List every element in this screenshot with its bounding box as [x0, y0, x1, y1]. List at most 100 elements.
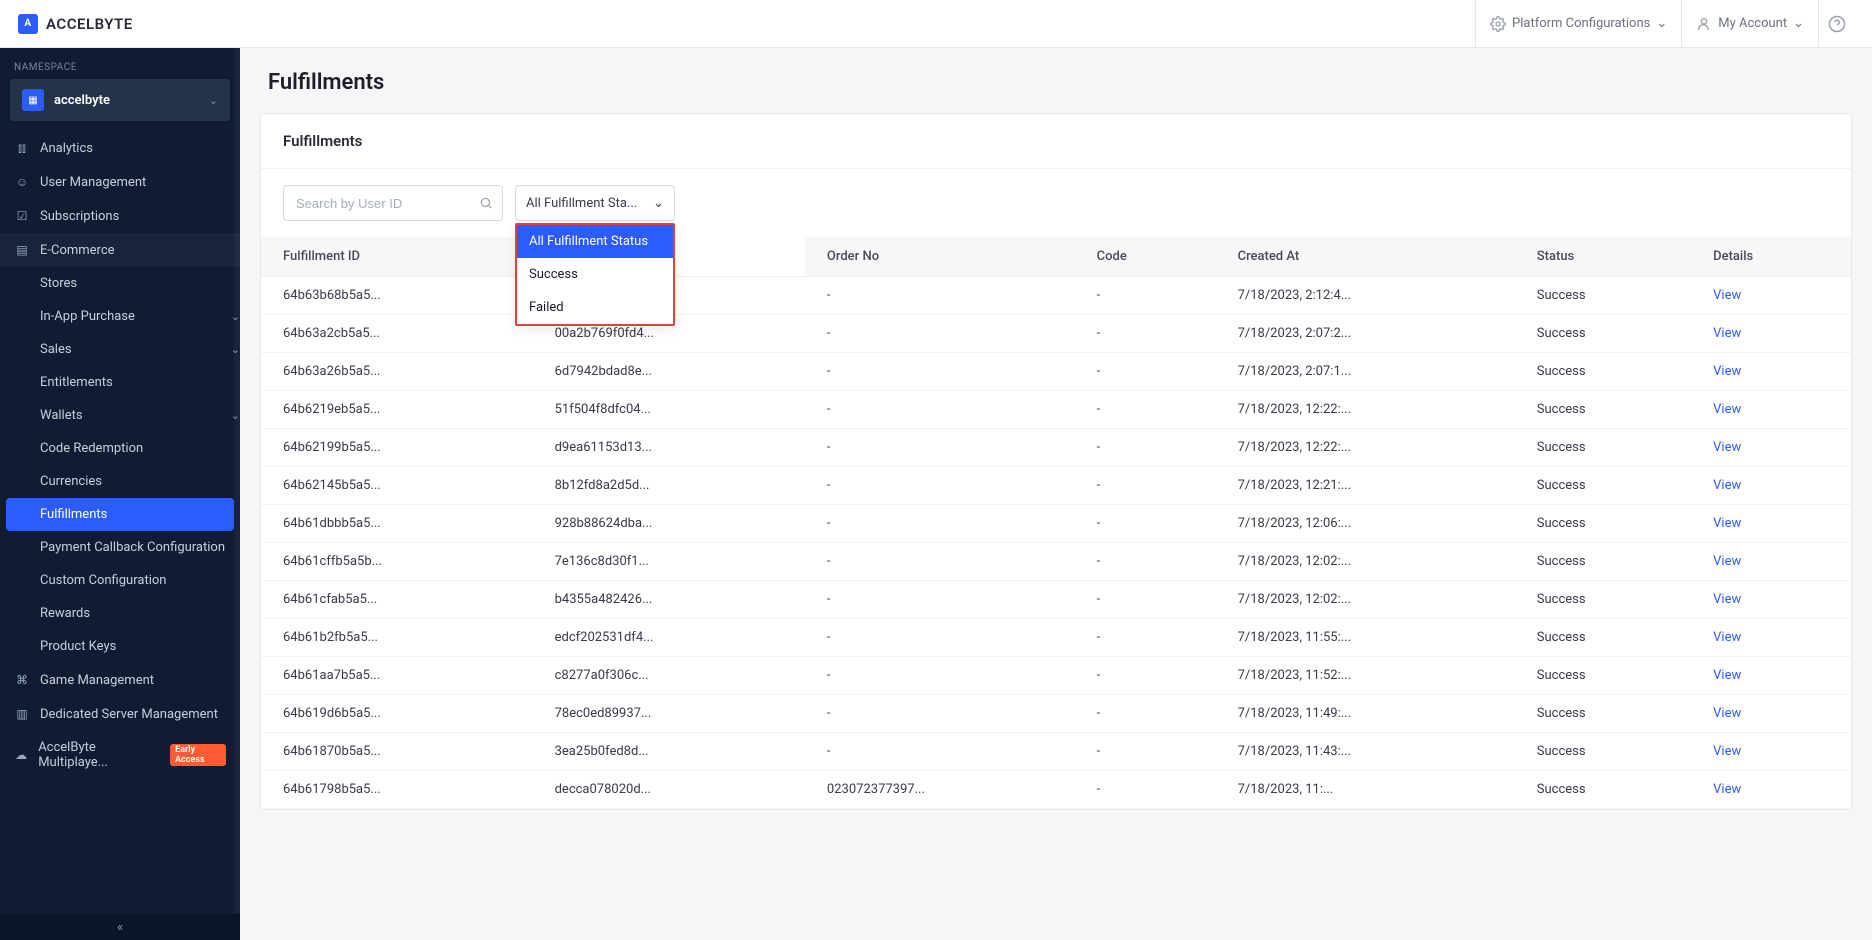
view-link[interactable]: View: [1713, 326, 1741, 341]
cell-status: Success: [1515, 391, 1691, 429]
cell-code: -: [1075, 467, 1216, 505]
topbar: A ACCELBYTE Platform Configurations ⌄ My…: [0, 0, 1872, 48]
cell-created-at: 7/18/2023, 11:49:...: [1216, 695, 1515, 733]
cell-code: -: [1075, 695, 1216, 733]
cell-created-at: 7/18/2023, 12:22:...: [1216, 429, 1515, 467]
cell-user-id: c8277a0f306c...: [533, 657, 805, 695]
cell-user-id: b4355a482426...: [533, 581, 805, 619]
cell-created-at: 7/18/2023, 2:07:2...: [1216, 315, 1515, 353]
cell-status: Success: [1515, 771, 1691, 809]
cell-fulfillment-id: 64b6219eb5a5...: [261, 391, 533, 429]
sidebar-item-label: User Management: [40, 175, 146, 190]
cell-order-no: -: [805, 543, 1075, 581]
scrollbar[interactable]: [234, 48, 240, 940]
view-link[interactable]: View: [1713, 478, 1741, 493]
view-link[interactable]: View: [1713, 516, 1741, 531]
server-icon: ▥: [14, 706, 30, 722]
sidebar-item-ecommerce[interactable]: ▤ E-Commerce: [0, 233, 240, 267]
sidebar-sub-custom-config[interactable]: Custom Configuration: [0, 564, 240, 597]
cell-order-no: -: [805, 695, 1075, 733]
sidebar-sub-stores[interactable]: Stores: [0, 267, 240, 300]
cell-user-id: 928b88624dba...: [533, 505, 805, 543]
sidebar-sub-label: Wallets: [40, 408, 83, 423]
sidebar-sub-sales[interactable]: Sales⌄: [0, 333, 240, 366]
table-row: 64b61cfab5a5...b4355a482426...--7/18/202…: [261, 581, 1851, 619]
sidebar-sub-label: Custom Configuration: [40, 573, 166, 588]
sidebar-sub-rewards[interactable]: Rewards: [0, 597, 240, 630]
cell-order-no: -: [805, 277, 1075, 315]
table-row: 64b619d6b5a5...78ec0ed89937...--7/18/202…: [261, 695, 1851, 733]
platform-config-menu[interactable]: Platform Configurations ⌄: [1475, 0, 1681, 48]
cell-user-id: 7e136c8d30f1...: [533, 543, 805, 581]
view-link[interactable]: View: [1713, 592, 1741, 607]
cell-code: -: [1075, 771, 1216, 809]
cell-fulfillment-id: 64b61cffb5a5b...: [261, 543, 533, 581]
view-link[interactable]: View: [1713, 440, 1741, 455]
cell-code: -: [1075, 581, 1216, 619]
my-account-menu[interactable]: My Account ⌄: [1681, 0, 1818, 48]
view-link[interactable]: View: [1713, 706, 1741, 721]
view-link[interactable]: View: [1713, 364, 1741, 379]
user-icon: ☺: [14, 174, 30, 190]
view-link[interactable]: View: [1713, 668, 1741, 683]
view-link[interactable]: View: [1713, 554, 1741, 569]
cell-status: Success: [1515, 695, 1691, 733]
cell-order-no: -: [805, 429, 1075, 467]
cell-user-id: 51f504f8dfc04...: [533, 391, 805, 429]
sidebar-collapse-button[interactable]: «: [0, 914, 240, 940]
cell-status: Success: [1515, 657, 1691, 695]
table-row: 64b6219eb5a5...51f504f8dfc04...--7/18/20…: [261, 391, 1851, 429]
chevron-down-icon: ⌄: [653, 196, 664, 211]
cell-order-no: -: [805, 505, 1075, 543]
sidebar-sub-currencies[interactable]: Currencies: [0, 465, 240, 498]
platform-config-label: Platform Configurations: [1512, 16, 1650, 31]
view-link[interactable]: View: [1713, 402, 1741, 417]
sidebar-sub-entitlements[interactable]: Entitlements: [0, 366, 240, 399]
dropdown-option-all[interactable]: All Fulfillment Status: [517, 225, 673, 258]
sidebar-sub-in-app-purchase[interactable]: In-App Purchase⌄: [0, 300, 240, 333]
cell-fulfillment-id: 64b61870b5a5...: [261, 733, 533, 771]
cell-code: -: [1075, 657, 1216, 695]
sidebar-item-subscriptions[interactable]: ☑ Subscriptions: [0, 199, 240, 233]
cell-fulfillment-id: 64b61b2fb5a5...: [261, 619, 533, 657]
cell-fulfillment-id: 64b63a2cb5a5...: [261, 315, 533, 353]
status-filter-select[interactable]: All Fulfillment Sta... ⌄: [515, 185, 675, 221]
cell-created-at: 7/18/2023, 12:21:...: [1216, 467, 1515, 505]
sidebar-sub-payment-callback[interactable]: Payment Callback Configuration: [0, 531, 240, 564]
cell-created-at: 7/18/2023, 12:02:...: [1216, 543, 1515, 581]
view-link[interactable]: View: [1713, 782, 1741, 797]
sidebar-item-label: AccelByte Multiplaye...: [38, 740, 154, 770]
cell-status: Success: [1515, 619, 1691, 657]
sidebar-sub-label: Rewards: [40, 606, 90, 621]
dropdown-option-failed[interactable]: Failed: [517, 291, 673, 324]
sidebar-sub-label: Code Redemption: [40, 441, 143, 456]
sidebar-item-game-management[interactable]: ⌘ Game Management: [0, 663, 240, 697]
sidebar-sub-code-redemption[interactable]: Code Redemption: [0, 432, 240, 465]
sidebar-sub-product-keys[interactable]: Product Keys: [0, 630, 240, 663]
dropdown-option-success[interactable]: Success: [517, 258, 673, 291]
cell-created-at: 7/18/2023, 12:22:...: [1216, 391, 1515, 429]
namespace-selector[interactable]: ▦ accelbyte ⌄: [10, 79, 230, 121]
sidebar-item-analytics[interactable]: ⫾⫾ Analytics: [0, 131, 240, 165]
card-title: Fulfillments: [261, 114, 1851, 169]
search-input[interactable]: [283, 185, 503, 221]
cell-created-at: 7/18/2023, 11:52:...: [1216, 657, 1515, 695]
sidebar-item-label: Game Management: [40, 673, 154, 688]
table-row: 64b63a26b5a5...6d7942bdad8e...--7/18/202…: [261, 353, 1851, 391]
view-link[interactable]: View: [1713, 744, 1741, 759]
help-button[interactable]: [1818, 0, 1854, 48]
view-link[interactable]: View: [1713, 630, 1741, 645]
cell-status: Success: [1515, 505, 1691, 543]
sidebar-item-user-management[interactable]: ☺ User Management: [0, 165, 240, 199]
sidebar-sub-label: In-App Purchase: [40, 309, 135, 324]
sidebar-item-multiplayer[interactable]: ☁ AccelByte Multiplaye... Early Access: [0, 731, 240, 779]
sidebar-item-dedicated-server[interactable]: ▥ Dedicated Server Management: [0, 697, 240, 731]
chevron-down-icon: ⌄: [1656, 16, 1667, 31]
sidebar-sub-wallets[interactable]: Wallets⌄: [0, 399, 240, 432]
view-link[interactable]: View: [1713, 288, 1741, 303]
cell-fulfillment-id: 64b62145b5a5...: [261, 467, 533, 505]
cell-user-id: 8b12fd8a2d5d...: [533, 467, 805, 505]
cell-code: -: [1075, 391, 1216, 429]
cell-fulfillment-id: 64b619d6b5a5...: [261, 695, 533, 733]
sidebar-sub-fulfillments[interactable]: Fulfillments: [6, 498, 234, 531]
